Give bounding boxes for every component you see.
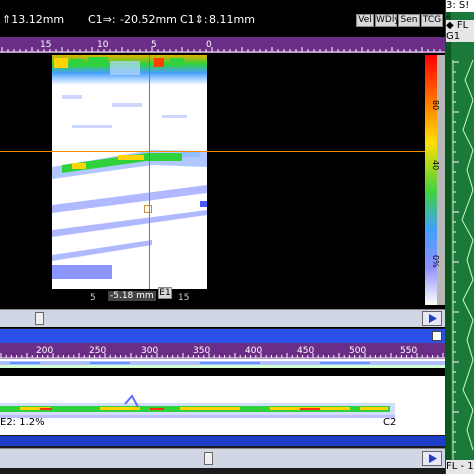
ruler-tick-350: 350 [193,346,210,356]
play-icon [429,454,437,463]
side-panel-footer: FL - 1 [446,460,474,474]
status-c1-value: -20.52mm [120,13,177,26]
side-waveform [445,0,474,474]
side-panel-header: ◆ FL G1 [446,20,474,42]
side-header-line2: G1 [446,31,461,42]
tcg-button[interactable]: TCG [421,14,443,27]
ruler-tick-550: 550 [400,346,417,356]
side-header-line1: ◆ FL [446,20,469,31]
status-c1-s-value: 8.11mm [209,13,255,26]
ruler-tick-250: 250 [89,346,106,356]
horizontal-cursor-line[interactable] [0,151,445,152]
bscan-ruler: 200 250 300 350 400 450 500 550 [0,343,465,359]
ruler-tick-300: 300 [141,346,158,356]
cscan-bottom-ruler: 5 -5.18 mm 15 [52,290,207,306]
status-s-left: ⇑13.12mm [2,13,65,26]
colorbar-label-0: 0% [431,255,440,268]
wdly-button[interactable]: WDly [375,14,400,27]
cscan-image[interactable] [52,55,207,289]
horizontal-ruler: 15 10 5 0 [0,37,445,53]
bscan-image[interactable] [0,359,445,435]
top-ruler-tick-5: 5 [151,40,157,50]
vel-button[interactable]: Vel [356,14,374,27]
top-ruler-tick-10: 10 [97,40,109,50]
vertical-cursor-line[interactable] [149,55,150,289]
horizontal-scrollbar-bottom[interactable] [0,448,445,468]
bottom-tick-5: 5 [90,293,96,303]
ruler-tick-500: 500 [349,346,366,356]
window-button[interactable] [432,331,442,341]
top-ruler-tick-15: 15 [40,40,51,50]
play-button[interactable] [422,311,442,326]
sen-button[interactable]: Sen [398,14,420,27]
status-c1-s-label: C1⇕: [180,13,208,26]
play-button-bottom[interactable] [422,451,442,466]
cursor-marker[interactable] [144,205,152,213]
bscan-title-bar [0,329,445,343]
status-c1-label: C1⇒: [88,13,116,26]
bscan-band-bar [0,436,445,446]
horizontal-scrollbar-top[interactable] [0,309,445,327]
ruler-tick-400: 400 [245,346,262,356]
bottom-tick-15: 15 [178,293,190,303]
play-icon [429,314,437,323]
bscan-e2-label: E2: 1.2% [0,417,45,428]
bscan-c2-label: C2 [383,417,397,428]
scroll-thumb[interactable] [35,312,44,325]
bottom-value: -5.18 mm [108,291,156,301]
top-ruler-tick-0: 0 [206,40,212,50]
colorbar-label-40: 40 [431,160,440,171]
ruler-tick-200: 200 [36,346,53,356]
side-panel-title: 3: S! - [446,0,474,23]
ruler-tick-450: 450 [297,346,314,356]
scroll-thumb-bottom[interactable] [204,452,213,465]
side-panel [445,0,474,474]
colorbar-label-80: 80 [431,100,440,111]
